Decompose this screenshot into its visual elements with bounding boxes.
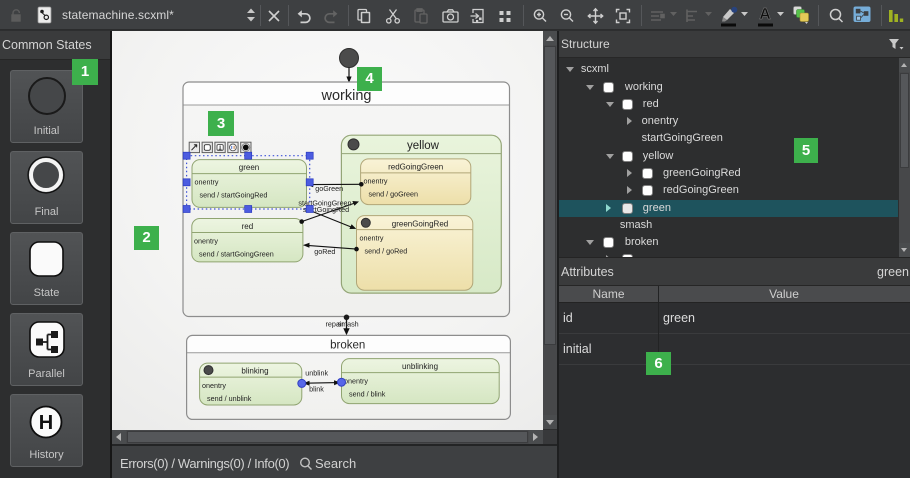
svg-text:red: red [242,222,254,231]
svg-text:H: H [39,412,53,434]
svg-text:onentry: onentry [344,376,368,385]
svg-text:goGreen: goGreen [315,184,343,193]
svg-text:unblink: unblink [305,368,328,377]
svg-text:green: green [239,163,259,172]
svg-text:unblinking: unblinking [402,362,438,371]
svg-text:blink: blink [309,384,324,393]
svg-text:onentry: onentry [364,177,388,186]
svg-text:send / startGoingRed: send / startGoingRed [200,191,268,200]
svg-text:blinking: blinking [241,367,268,376]
svg-text:goRed: goRed [314,247,335,256]
svg-text:onentry: onentry [195,178,219,187]
svg-text:redGoingGreen: redGoingGreen [388,162,443,171]
svg-text:A: A [759,6,771,23]
svg-text:send / goRed: send / goRed [365,247,408,256]
svg-text:send / unblink: send / unblink [207,394,252,403]
svg-text:send / goGreen: send / goGreen [369,190,419,199]
svg-text:greenGoingRed: greenGoingRed [392,219,448,228]
svg-text:onentry: onentry [360,234,384,243]
svg-text:send / blink: send / blink [349,389,386,398]
svg-text:smash: smash [338,319,359,328]
svg-text:onentry: onentry [202,381,226,390]
svg-text:send / startGoingGreen: send / startGoingGreen [199,250,274,259]
svg-text:onentry: onentry [194,237,218,246]
svg-text:yellow: yellow [407,140,440,152]
svg-text:broken: broken [330,340,365,352]
